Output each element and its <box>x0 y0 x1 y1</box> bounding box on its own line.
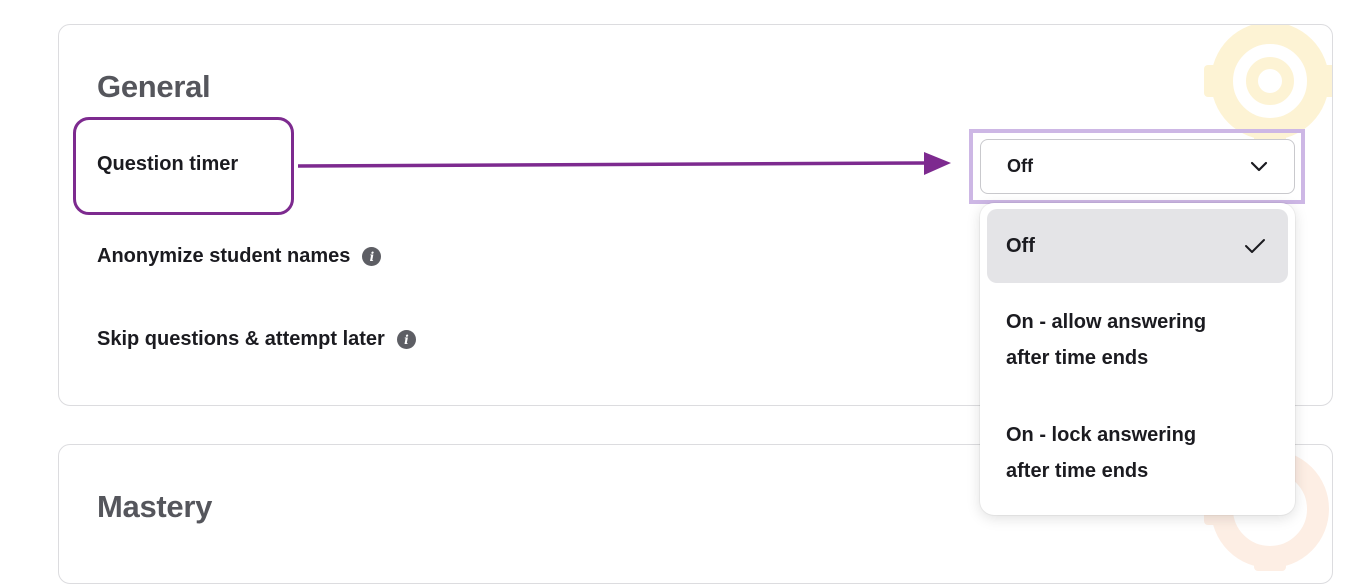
mastery-section-title: Mastery <box>97 489 213 524</box>
general-section-title: General <box>97 69 211 104</box>
info-icon[interactable]: i <box>362 247 382 266</box>
anonymize-student-names-label-text: Anonymize student names <box>97 245 351 267</box>
dropdown-option-on-allow-answering[interactable]: On - allow answering after time ends <box>987 304 1288 376</box>
chevron-down-icon <box>1250 161 1268 171</box>
annotation-highlight-box <box>73 117 294 215</box>
question-timer-select-value: Off <box>1007 156 1033 176</box>
anonymize-student-names-label: Anonymize student names i <box>97 245 382 268</box>
check-icon <box>1245 239 1265 253</box>
dropdown-option-label-line2: after time ends <box>1006 460 1149 482</box>
annotation-arrow-icon <box>297 152 951 175</box>
dropdown-option-label: Off <box>1006 235 1035 257</box>
dropdown-option-label-line2: after time ends <box>1006 347 1149 369</box>
dropdown-option-off[interactable]: Off <box>987 209 1288 283</box>
info-icon[interactable]: i <box>396 330 416 349</box>
skip-questions-label: Skip questions & attempt later i <box>97 328 416 351</box>
question-timer-dropdown-menu: Off On - allow answering after time ends… <box>980 203 1295 515</box>
dropdown-option-on-lock-answering[interactable]: On - lock answering after time ends <box>987 417 1288 489</box>
question-timer-select[interactable]: Off <box>980 139 1295 194</box>
dropdown-option-label-line1: On - lock answering <box>1006 424 1197 446</box>
skip-questions-label-text: Skip questions & attempt later <box>97 328 385 350</box>
dropdown-option-label-line1: On - allow answering <box>1006 311 1207 333</box>
